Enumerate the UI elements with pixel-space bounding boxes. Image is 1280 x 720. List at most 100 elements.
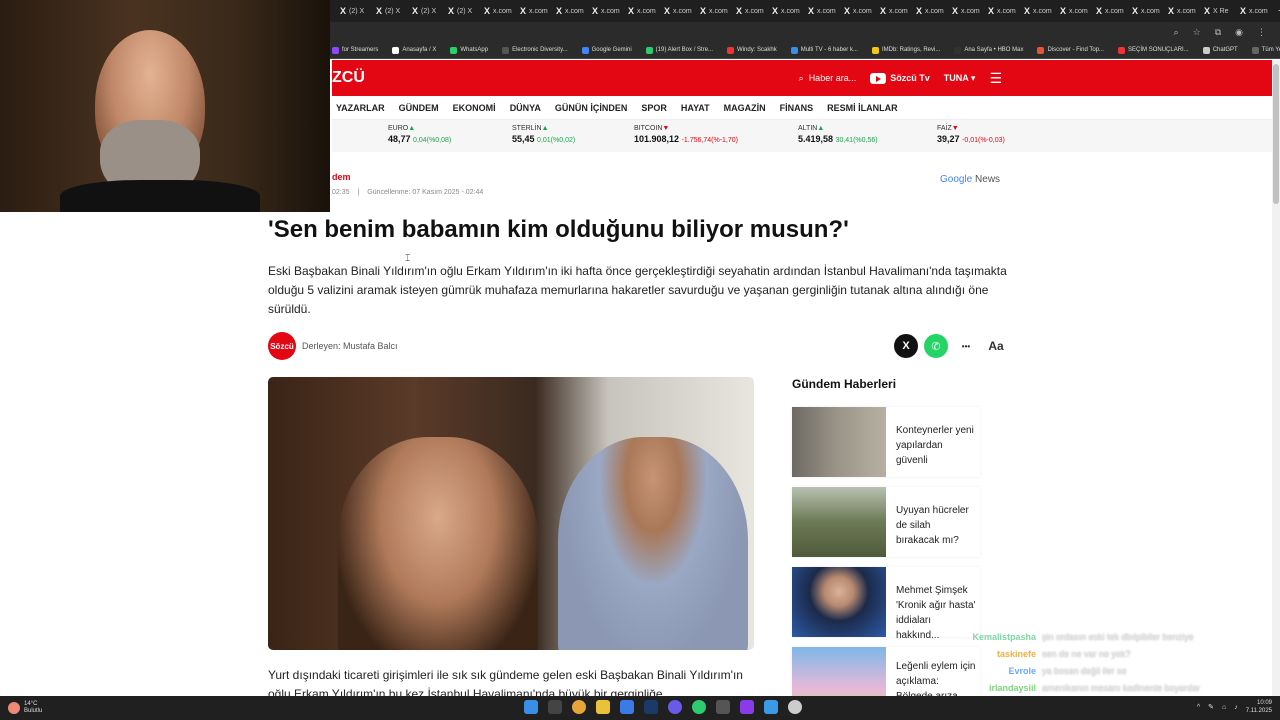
browser-tab[interactable]: Xx.com <box>1128 2 1164 20</box>
article-title: 'Sen benim babamın kim olduğunu biliyor … <box>268 216 849 243</box>
bookmark-item[interactable]: IMDb: Ratings, Revi... <box>871 46 940 54</box>
browser-tab[interactable]: Xx.com <box>840 2 876 20</box>
browser-tab[interactable]: Xx.com <box>660 2 696 20</box>
bookmark-item[interactable]: Ana Sayfa • HBO Max <box>954 46 1023 54</box>
sozcu-tv-button[interactable]: Sözcü Tv <box>870 72 930 84</box>
chevron-up-icon[interactable]: ^ <box>1197 704 1200 711</box>
nav-item[interactable]: SPOR <box>641 103 667 113</box>
browser-tab[interactable]: Xx.com <box>732 2 768 20</box>
nav-item[interactable]: GÜNDEM <box>399 103 439 113</box>
ticker-name: ALTIN <box>798 125 818 132</box>
browser-tab[interactable]: XX Re <box>1200 2 1236 20</box>
browser-menu-icon[interactable]: ⋮ <box>1257 27 1266 38</box>
search-icon[interactable] <box>548 700 562 714</box>
browser-tab[interactable]: Xx.com <box>1164 2 1200 20</box>
browser-tab[interactable]: Xx.com <box>876 2 912 20</box>
share-bar: X ✆ ••• Aa <box>894 334 1008 358</box>
browser-tab[interactable]: X (2) X <box>372 2 408 20</box>
nav-item[interactable]: MAGAZİN <box>724 103 766 113</box>
browser-tab[interactable]: Xx.com <box>696 2 732 20</box>
volume-icon[interactable]: ♪ <box>1234 704 1238 711</box>
site-logo[interactable]: ZCÜ <box>332 69 365 87</box>
bookmark-star-icon[interactable]: ☆ <box>1193 27 1201 38</box>
network-icon[interactable]: ⌂ <box>1222 704 1226 711</box>
bookmark-item[interactable]: SEÇİM SONUÇLARI... <box>1118 46 1189 54</box>
nav-item[interactable]: DÜNYA <box>510 103 541 113</box>
nav-item[interactable]: YAZARLAR <box>336 103 385 113</box>
bookmark-item[interactable]: Tüm Yer İşaretleri <box>1251 46 1280 54</box>
search-placeholder[interactable]: Haber ara... <box>809 73 857 83</box>
sidebar-news-item[interactable]: Uyuyan hücreler de silah bırakacak mı? <box>792 487 980 557</box>
search-icon[interactable]: ⌕ <box>799 73 804 84</box>
scrollbar-thumb[interactable] <box>1273 64 1279 204</box>
nav-item[interactable]: RESMİ İLANLAR <box>827 103 898 113</box>
ticker-item[interactable]: ALTIN▲ 5.419,58 30,41(%0,56) <box>798 125 878 144</box>
nav-item[interactable]: GÜNÜN İÇİNDEN <box>555 103 628 113</box>
browser-tab[interactable]: Xx.com <box>516 2 552 20</box>
browser-tab[interactable]: Xx.com <box>948 2 984 20</box>
bookmark-item[interactable]: ChatGPT <box>1202 46 1238 54</box>
browser-tab[interactable]: Xx.com <box>768 2 804 20</box>
browser-tab[interactable]: Xx.com <box>984 2 1020 20</box>
user-menu[interactable]: TUNA ▾ <box>944 73 976 84</box>
share-whatsapp-button[interactable]: ✆ <box>924 334 948 358</box>
bookmark-item[interactable]: for Streamers <box>332 46 378 54</box>
file-explorer-icon[interactable] <box>596 700 610 714</box>
ticker-item[interactable]: STERLİN▲ 55,45 0,01(%0,02) <box>512 125 575 144</box>
browser-tab[interactable]: X (2) X <box>336 2 372 20</box>
clock[interactable]: 10:09 7.11.2025 <box>1246 699 1272 715</box>
share-x-button[interactable]: X <box>894 334 918 358</box>
browser-tab[interactable]: Xx.com <box>1092 2 1128 20</box>
article-category[interactable]: dem <box>332 172 1012 182</box>
profile-icon[interactable]: ◉ <box>1235 27 1243 38</box>
spotify-icon[interactable] <box>692 700 706 714</box>
browser-tab[interactable]: Xx.com <box>624 2 660 20</box>
sidebar-news-item[interactable]: Mehmet Şimşek 'Kronik ağır hasta' iddial… <box>792 567 980 641</box>
bookmark-item[interactable]: Google Gemini <box>581 46 632 54</box>
bookmark-item[interactable]: (19) Alert Box / Stre... <box>645 46 713 54</box>
extensions-icon[interactable]: ⧉ <box>1215 27 1221 38</box>
hamburger-menu-icon[interactable]: ☰ <box>989 70 1002 87</box>
zoom-icon[interactable]: ⌕ <box>1174 27 1179 38</box>
browser-tab[interactable]: Xx.com <box>480 2 516 20</box>
pen-icon[interactable]: ✎ <box>1208 703 1214 711</box>
ticker-item[interactable]: FAİZ▼ 39,27 -0,01(%-0,03) <box>937 125 1005 144</box>
share-more-button[interactable]: ••• <box>954 334 978 358</box>
sidebar-news-item[interactable]: Konteynerler yeni yapılardan güvenli <box>792 407 980 477</box>
steam-icon[interactable] <box>644 700 658 714</box>
nav-item[interactable]: EKONOMİ <box>453 103 496 113</box>
browser-tab[interactable]: X (2) X <box>408 2 444 20</box>
bookmark-label: SEÇİM SONUÇLARI... <box>1128 47 1189 53</box>
chrome-icon[interactable] <box>572 700 586 714</box>
bookmark-item[interactable]: Electronic Diversity... <box>502 46 568 54</box>
edge-icon[interactable] <box>620 700 634 714</box>
bookmark-item[interactable]: WhatsApp <box>450 46 488 54</box>
discord-icon[interactable] <box>668 700 682 714</box>
browser-tab[interactable]: Xx.com <box>588 2 624 20</box>
twitch-icon[interactable] <box>740 700 754 714</box>
ticker-item[interactable]: BITCOIN▼ 101.908,12 -1.756,74(%-1,70) <box>634 125 738 144</box>
tab-title: x.com <box>889 7 908 15</box>
nav-item[interactable]: FİNANS <box>780 103 814 113</box>
browser-tab[interactable]: Xx.com <box>552 2 588 20</box>
browser-tab[interactable]: Xx.com <box>1056 2 1092 20</box>
browser-tab[interactable]: X (2) X <box>444 2 480 20</box>
google-news-link[interactable]: Google News <box>940 174 1000 185</box>
windows-start-icon[interactable] <box>524 700 538 714</box>
ticker-item[interactable]: EURO▲ 48,77 0,04(%0,08) <box>388 125 451 144</box>
bookmark-item[interactable]: Anasayfa / X <box>392 46 436 54</box>
nav-item[interactable]: HAYAT <box>681 103 710 113</box>
font-size-button[interactable]: Aa <box>984 334 1008 358</box>
browser-tab[interactable]: Xx.com <box>912 2 948 20</box>
bookmark-item[interactable]: Windy: Scakhk <box>727 46 777 54</box>
app-icon[interactable] <box>716 700 730 714</box>
bookmark-item[interactable]: Discover - Find Top... <box>1037 46 1104 54</box>
browser-tab[interactable]: Xx.com <box>1020 2 1056 20</box>
browser-tab[interactable]: Xx.com <box>804 2 840 20</box>
browser-tab[interactable]: Xx.com <box>1236 2 1272 20</box>
app-icon[interactable] <box>764 700 778 714</box>
obs-icon[interactable] <box>788 700 802 714</box>
site-search[interactable]: ⌕ Haber ara... <box>799 73 857 84</box>
bookmark-item[interactable]: Multi TV - 6 haber k... <box>790 46 858 54</box>
weather-widget[interactable]: 14°C Bulutlu <box>0 701 42 715</box>
